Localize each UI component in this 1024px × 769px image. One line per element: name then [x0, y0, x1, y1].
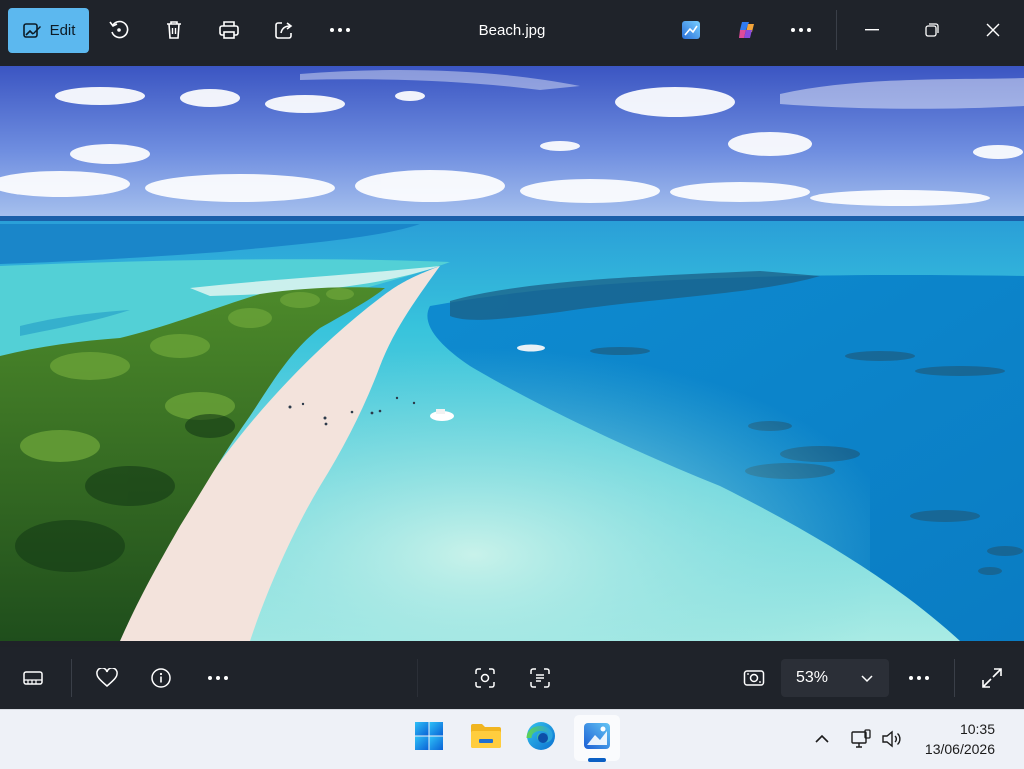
bottom-divider — [417, 659, 418, 697]
edge-button[interactable] — [518, 715, 564, 761]
text-scan-icon[interactable] — [526, 664, 554, 692]
zoom-value: 53% — [796, 669, 829, 686]
edit-button[interactable]: Edit — [8, 8, 89, 53]
more-icon[interactable] — [905, 664, 933, 692]
photos-icon — [582, 721, 612, 756]
share-icon[interactable] — [270, 16, 298, 44]
more-icon[interactable] — [204, 664, 232, 692]
restore-icon[interactable] — [918, 16, 946, 44]
zoom-dropdown[interactable]: 53% — [781, 659, 889, 697]
windows-logo-icon — [414, 721, 444, 756]
full-screen-icon[interactable] — [978, 664, 1006, 692]
bottom-divider — [954, 659, 955, 697]
file-explorer-button[interactable] — [463, 715, 509, 761]
bottom-divider — [71, 659, 72, 697]
minimize-icon[interactable] — [858, 16, 886, 44]
edit-image-icon — [22, 21, 42, 41]
print-icon[interactable] — [215, 16, 243, 44]
clock-time: 10:35 — [959, 721, 995, 737]
active-app-indicator — [588, 758, 606, 762]
volume-icon[interactable] — [880, 727, 904, 751]
clock-date: 13/06/2026 — [924, 741, 995, 757]
chevron-down-icon — [861, 671, 873, 689]
delete-icon[interactable] — [160, 16, 188, 44]
toolbar-divider — [836, 10, 837, 50]
copilot-icon[interactable] — [733, 16, 761, 44]
edge-icon — [525, 720, 557, 757]
chevron-up-icon[interactable] — [810, 727, 834, 751]
actual-size-icon[interactable] — [740, 664, 768, 692]
start-button[interactable] — [406, 715, 452, 761]
top-toolbar: Edit Beach.jpg — [0, 0, 1024, 60]
beach-photo — [0, 66, 1024, 641]
designer-icon[interactable] — [677, 16, 705, 44]
system-clock[interactable]: 10:35 13/06/2026 — [915, 719, 995, 759]
folder-icon — [470, 722, 502, 755]
visual-search-icon[interactable] — [471, 664, 499, 692]
bottom-toolbar: 53% — [0, 647, 1024, 709]
rotate-icon[interactable] — [105, 16, 133, 44]
info-icon[interactable] — [147, 664, 175, 692]
edit-label: Edit — [49, 22, 76, 39]
more-icon[interactable] — [326, 16, 354, 44]
photos-button[interactable] — [574, 715, 620, 761]
filmstrip-icon[interactable] — [19, 664, 47, 692]
close-icon[interactable] — [979, 16, 1007, 44]
taskbar: 10:35 13/06/2026 — [0, 709, 1024, 769]
favorite-icon[interactable] — [93, 664, 121, 692]
more-icon[interactable] — [787, 16, 815, 44]
network-icon[interactable] — [849, 727, 873, 751]
